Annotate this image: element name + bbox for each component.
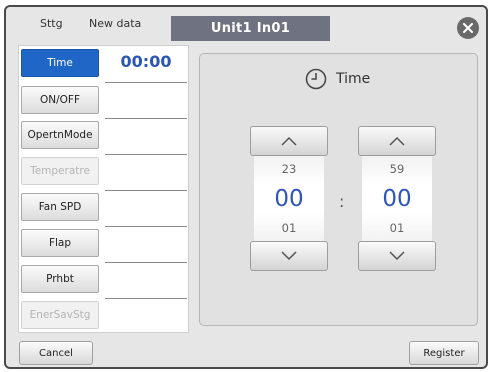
value-cell-operation-mode[interactable] [105, 119, 187, 155]
menu-item-label: Temperatre [30, 165, 90, 177]
time-separator: : [339, 192, 345, 211]
cancel-button[interactable]: Cancel [19, 341, 93, 365]
hour-picker[interactable]: 23 00 01 [254, 156, 324, 242]
value-cell-flap[interactable] [105, 227, 187, 263]
time-setting-panel [199, 53, 478, 326]
value-text [105, 119, 187, 149]
register-button[interactable]: Register [409, 341, 479, 365]
new-data-tab[interactable]: New data [89, 17, 141, 30]
menu-item-label: EnerSavStg [29, 309, 91, 321]
minute-next-value: 01 [389, 221, 405, 235]
menu-item-label: Flap [48, 237, 72, 249]
minute-up-button[interactable] [358, 126, 436, 156]
menu-item-energy-saving: EnerSavStg [21, 301, 99, 329]
value-text [105, 227, 187, 257]
value-cell-time[interactable]: 00:00 [105, 47, 187, 83]
minute-picker[interactable]: 59 00 01 [362, 156, 432, 242]
value-text [105, 155, 187, 185]
minute-prev-value: 59 [389, 162, 405, 176]
close-button[interactable] [457, 17, 479, 39]
menu-item-operation-mode[interactable]: OpertnMode [21, 121, 99, 149]
hour-prev-value: 23 [281, 162, 297, 176]
close-icon [463, 23, 473, 33]
value-text [105, 299, 187, 329]
menu-item-time[interactable]: Time [21, 49, 99, 77]
settings-tab[interactable]: Sttg [40, 17, 63, 30]
unit-title: Unit1 In01 [171, 16, 330, 41]
chevron-up-icon [281, 136, 297, 146]
menu-item-label: Fan SPD [38, 201, 82, 213]
hour-up-button[interactable] [250, 126, 328, 156]
menu-item-flap[interactable]: Flap [21, 229, 99, 257]
menu-item-label: Time [47, 57, 73, 69]
value-column: 00:00 [105, 47, 187, 331]
value-cell-on-off[interactable] [105, 83, 187, 119]
hour-down-button[interactable] [250, 241, 328, 271]
value-cell-temperature [105, 155, 187, 191]
menu-item-label: ON/OFF [39, 94, 80, 106]
hour-current-value: 00 [274, 186, 304, 212]
chevron-up-icon [389, 136, 405, 146]
time-panel-title: Time [336, 71, 371, 87]
time-panel-header: Time [305, 68, 370, 90]
menu-item-fan-speed[interactable]: Fan SPD [21, 193, 99, 221]
hour-next-value: 01 [281, 221, 297, 235]
value-text [105, 263, 187, 293]
chevron-down-icon [281, 251, 297, 261]
menu-item-prohibit[interactable]: Prhbt [21, 265, 99, 293]
minute-current-value: 00 [382, 186, 412, 212]
menu-item-label: Prhbt [46, 273, 74, 285]
chevron-down-icon [389, 251, 405, 261]
clock-icon [305, 68, 327, 90]
value-text [105, 83, 187, 113]
menu-item-on-off[interactable]: ON/OFF [21, 86, 99, 114]
value-text [105, 191, 187, 221]
menu-item-temperature: Temperatre [21, 157, 99, 185]
menu-item-label: OpertnMode [27, 129, 93, 141]
value-cell-fan-speed[interactable] [105, 191, 187, 227]
value-cell-prohibit[interactable] [105, 263, 187, 299]
value-cell-energy-saving [105, 299, 187, 335]
minute-down-button[interactable] [358, 241, 436, 271]
time-value: 00:00 [120, 52, 172, 71]
